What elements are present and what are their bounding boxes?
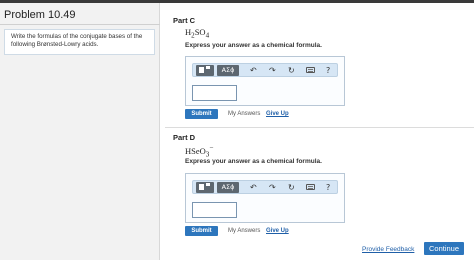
redo-icon[interactable]: ↷ [269,65,276,76]
redo-icon[interactable]: ↷ [269,182,276,193]
problem-sidebar: Problem 10.49 Write the formulas of the … [0,3,160,260]
part-d-answer-area: ΑΣϕ ↶ ↷ ↻ ? [185,173,345,223]
part-c-give-up-link[interactable]: Give Up [266,111,289,117]
template-icon [199,184,204,190]
provide-feedback-link[interactable]: Provide Feedback [362,246,414,253]
template-button[interactable] [196,65,214,76]
part-d-submit-button[interactable]: Submit [185,226,218,236]
keyboard-icon[interactable] [306,184,315,190]
part-c-my-answers-link[interactable]: My Answers [228,111,260,117]
part-c-toolbar: ΑΣϕ ↶ ↷ ↻ ? [192,63,338,77]
part-d-instruction: Express your answer as a chemical formul… [185,158,322,165]
reset-icon[interactable]: ↻ [288,65,295,76]
part-c-answer-input[interactable] [192,85,237,101]
template-button[interactable] [196,182,214,193]
problem-intro: Write the formulas of the conjugate base… [4,29,155,55]
part-c-label: Part C [173,16,196,25]
template-icon [199,67,204,73]
part-d-toolbar: ΑΣϕ ↶ ↷ ↻ ? [192,180,338,194]
undo-icon[interactable]: ↶ [250,65,257,76]
symbols-button[interactable]: ΑΣϕ [217,182,239,193]
section-divider [165,127,474,128]
continue-button[interactable]: Continue [424,242,464,255]
part-c-answer-area: ΑΣϕ ↶ ↷ ↻ ? [185,56,345,106]
part-d-label: Part D [173,133,196,142]
part-c-submit-button[interactable]: Submit [185,109,218,119]
part-c-formula: H2SO4 [185,27,210,40]
part-d-give-up-link[interactable]: Give Up [266,228,289,234]
help-icon[interactable]: ? [326,65,330,76]
keyboard-icon[interactable] [306,67,315,73]
part-c-instruction: Express your answer as a chemical formul… [185,42,322,49]
symbols-button[interactable]: ΑΣϕ [217,65,239,76]
part-d-answer-input[interactable] [192,202,237,218]
problem-title: Problem 10.49 [4,9,76,21]
divider [0,24,160,25]
reset-icon[interactable]: ↻ [288,182,295,193]
help-icon[interactable]: ? [326,182,330,193]
undo-icon[interactable]: ↶ [250,182,257,193]
part-d-my-answers-link[interactable]: My Answers [228,228,260,234]
part-d-formula: HSeO3− [185,144,214,159]
